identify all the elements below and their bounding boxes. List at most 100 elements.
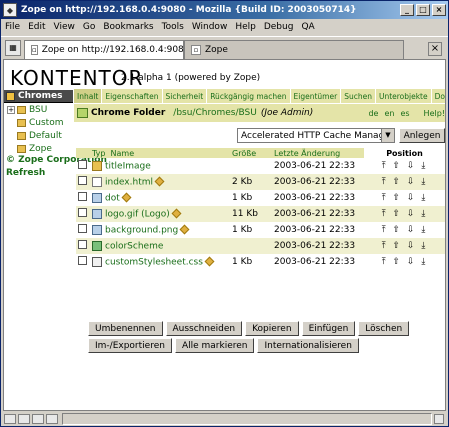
menu-file[interactable]: File — [5, 22, 20, 32]
action-button-0[interactable]: Umbenennen — [88, 321, 163, 336]
file-name-link[interactable]: index.html — [105, 177, 153, 187]
composer-icon[interactable] — [32, 414, 44, 424]
sidebar-header-label: Chromes — [18, 91, 63, 101]
expand-icon[interactable]: + — [7, 105, 15, 114]
addressbook-icon[interactable] — [46, 414, 58, 424]
tab-2[interactable]: Sicherheit — [162, 89, 208, 103]
action-button-4[interactable]: Löschen — [358, 321, 410, 336]
lang-es-link[interactable]: es — [400, 109, 409, 118]
tab-4[interactable]: Eigentümer — [290, 89, 342, 103]
tab-5[interactable]: Suchen — [341, 89, 376, 103]
maximize-button[interactable]: □ — [416, 4, 430, 16]
sidebar-item-zope[interactable]: Zope — [4, 142, 73, 155]
minimize-button[interactable]: _ — [400, 4, 414, 16]
sidebar-item-default[interactable]: Default — [4, 129, 73, 142]
table-row: logo.gif (Logo) 11 Kb 2003-06-21 22:33 ⤒ ⇧ … — [76, 206, 445, 222]
menu-tools[interactable]: Tools — [162, 22, 184, 32]
menu-bookmarks[interactable]: Bookmarks — [103, 22, 153, 32]
action-button-1[interactable]: Ausschneiden — [165, 321, 243, 336]
menu-debug[interactable]: Debug — [264, 22, 294, 32]
sidebar-item-bsu[interactable]: + BSU — [4, 103, 73, 116]
scheme-icon[interactable] — [92, 240, 102, 251]
tab-3[interactable]: Rückgängig machen — [207, 89, 291, 103]
navigator-icon[interactable] — [4, 414, 16, 424]
row-checkbox[interactable] — [78, 224, 87, 233]
file-name-link[interactable]: logo.gif (Logo) — [105, 209, 170, 219]
copyright-link[interactable]: © Zope Corporation — [4, 155, 107, 168]
contents-table: Typ Name Größe Letzte Änderung Position … — [76, 148, 445, 270]
action-button-5[interactable]: Im-/Exportieren — [88, 338, 172, 353]
position-arrows-icon[interactable]: ⤒ ⇧ ⇩ ⤓ — [364, 190, 445, 206]
row-checkbox[interactable] — [78, 256, 87, 265]
row-checkbox[interactable] — [78, 176, 87, 185]
help-link[interactable]: Help! — [424, 109, 445, 118]
image-icon[interactable] — [92, 192, 102, 203]
sidebar-item-label: Zope — [29, 143, 52, 154]
menu-window[interactable]: Window — [192, 22, 228, 32]
edit-pencil-icon[interactable] — [121, 192, 132, 203]
tab-6[interactable]: Unterobjekte — [375, 89, 432, 103]
image-icon[interactable] — [92, 208, 102, 219]
folder-icon[interactable] — [92, 160, 102, 171]
folder-path-link[interactable]: /bsu/Chromes/BSU — [173, 108, 257, 118]
menu-edit[interactable]: Edit — [28, 22, 45, 32]
tab-1[interactable]: Eigenschaften — [102, 89, 163, 103]
position-arrows-icon[interactable]: ⤒ ⇧ ⇩ ⤓ — [364, 222, 445, 238]
menu-qa[interactable]: QA — [301, 22, 314, 32]
position-arrows-icon[interactable]: ⤒ ⇧ ⇩ ⤓ — [364, 206, 445, 222]
image-icon[interactable] — [92, 224, 102, 235]
edit-pencil-icon[interactable] — [179, 224, 190, 235]
position-arrows-icon[interactable]: ⤒ ⇧ ⇩ ⤓ — [364, 254, 445, 270]
edit-pencil-icon[interactable] — [171, 208, 182, 219]
add-type-select[interactable]: Accelerated HTTP Cache Manager ▼ — [237, 128, 395, 143]
tab-0[interactable]: Inhalt — [74, 89, 103, 103]
action-button-7[interactable]: Internationalisieren — [257, 338, 359, 353]
menu-view[interactable]: View — [54, 22, 75, 32]
close-tab-icon[interactable]: × — [428, 42, 442, 56]
sidebar-header[interactable]: Chromes — [4, 90, 73, 103]
browser-tab-zope[interactable]: ▫ Zope — [184, 40, 404, 59]
size-column-header[interactable]: Größe — [230, 148, 272, 158]
position-arrows-icon[interactable]: ⤒ ⇧ ⇩ ⤓ — [364, 174, 445, 190]
edit-pencil-icon[interactable] — [204, 256, 215, 267]
type-name-header[interactable]: Typ Name — [90, 148, 230, 158]
browser-tab-zope-host[interactable]: ▫ Zope on http://192.168.0.4:9080 — [24, 40, 190, 59]
add-button[interactable]: Anlegen — [399, 128, 445, 143]
type-column-header[interactable]: Typ — [92, 149, 105, 158]
menu-go[interactable]: Go — [83, 22, 95, 32]
chevron-down-icon[interactable]: ▼ — [381, 129, 394, 142]
sidebar-toggle-icon[interactable]: ▦ — [5, 40, 21, 56]
row-checkbox[interactable] — [78, 160, 87, 169]
file-modified: 2003-06-21 22:33 — [274, 161, 356, 171]
file-name-link[interactable]: dot — [105, 193, 120, 203]
file-name-link[interactable]: titleImage — [105, 161, 151, 171]
menu-help[interactable]: Help — [235, 22, 256, 32]
chrome-folder-icon — [77, 108, 88, 118]
action-button-3[interactable]: Einfügen — [301, 321, 356, 336]
sidebar-item-label: Custom — [29, 117, 64, 128]
tab-7[interactable]: Doc — [431, 89, 445, 103]
page-icon[interactable] — [92, 176, 102, 187]
edit-pencil-icon[interactable] — [154, 176, 165, 187]
file-name-link[interactable]: customStylesheet.css — [105, 257, 203, 267]
stylesheet-icon[interactable] — [92, 256, 102, 267]
mail-icon[interactable] — [18, 414, 30, 424]
lang-en-link[interactable]: en — [384, 109, 394, 118]
action-button-2[interactable]: Kopieren — [245, 321, 299, 336]
lang-de-link[interactable]: de — [368, 109, 378, 118]
row-checkbox[interactable] — [78, 208, 87, 217]
close-button[interactable]: × — [432, 4, 446, 16]
page-content: KONTENTOR 2.1 alpha 1 (powered by Zope) … — [3, 59, 446, 411]
status-bar — [1, 412, 448, 426]
name-column-header[interactable]: Name — [111, 149, 135, 158]
file-name-link[interactable]: colorScheme — [105, 241, 163, 251]
file-name-link[interactable]: background.png — [105, 225, 178, 235]
sidebar-item-custom[interactable]: Custom — [4, 116, 73, 129]
row-checkbox[interactable] — [78, 240, 87, 249]
position-arrows-icon[interactable]: ⤒ ⇧ ⇩ ⤓ — [364, 238, 445, 254]
modified-column-header[interactable]: Letzte Änderung — [272, 148, 364, 158]
refresh-link[interactable]: Refresh — [4, 168, 73, 178]
row-checkbox[interactable] — [78, 192, 87, 201]
position-arrows-icon[interactable]: ⤒ ⇧ ⇩ ⤓ — [364, 158, 445, 174]
action-button-6[interactable]: Alle markieren — [174, 338, 255, 353]
